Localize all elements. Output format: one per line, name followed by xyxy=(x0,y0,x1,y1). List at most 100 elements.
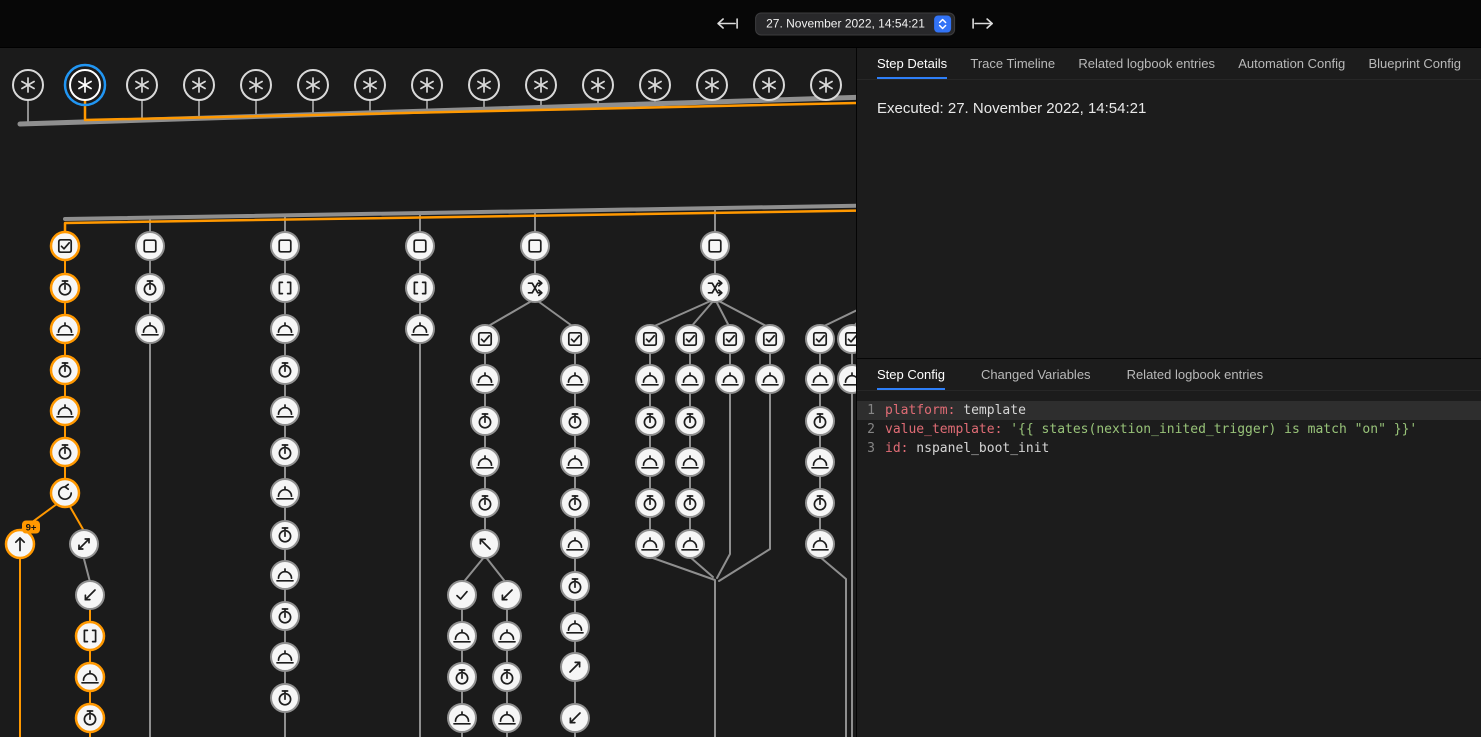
service-node[interactable] xyxy=(471,365,499,393)
timer-node[interactable] xyxy=(561,572,589,600)
shuffle-node[interactable] xyxy=(701,274,729,302)
service-node[interactable] xyxy=(448,704,476,732)
condition-node[interactable] xyxy=(806,325,834,353)
timer-node[interactable] xyxy=(271,521,299,549)
tab-related-logbook-entries[interactable]: Related logbook entries xyxy=(1078,48,1215,79)
service-node[interactable] xyxy=(271,643,299,671)
tab-trace-timeline[interactable]: Trace Timeline xyxy=(970,48,1055,79)
service-node[interactable] xyxy=(271,315,299,343)
timer-node[interactable] xyxy=(51,274,79,302)
condition-node[interactable] xyxy=(716,325,744,353)
service-node[interactable] xyxy=(561,613,589,641)
service-node[interactable] xyxy=(51,315,79,343)
service-node[interactable] xyxy=(636,448,664,476)
service-node[interactable] xyxy=(676,365,704,393)
arrows-diagonal-node[interactable] xyxy=(70,530,98,558)
trigger-node[interactable] xyxy=(754,70,784,100)
arrow-ul-node[interactable] xyxy=(471,530,499,558)
timer-node[interactable] xyxy=(136,274,164,302)
brackets-node[interactable] xyxy=(76,622,104,650)
tab-related-logbook-entries[interactable]: Related logbook entries xyxy=(1127,359,1264,390)
trigger-node[interactable] xyxy=(811,70,841,100)
timer-node[interactable] xyxy=(636,407,664,435)
service-node[interactable] xyxy=(136,315,164,343)
square-node[interactable] xyxy=(136,232,164,260)
service-node[interactable] xyxy=(406,315,434,343)
timer-node[interactable] xyxy=(561,407,589,435)
timer-node[interactable] xyxy=(636,489,664,517)
service-node[interactable] xyxy=(636,530,664,558)
trigger-node[interactable] xyxy=(184,70,214,100)
tab-blueprint-config[interactable]: Blueprint Config xyxy=(1368,48,1461,79)
timer-node[interactable] xyxy=(471,407,499,435)
timer-node[interactable] xyxy=(271,602,299,630)
timer-node[interactable] xyxy=(271,356,299,384)
timer-node[interactable] xyxy=(676,489,704,517)
condition-node[interactable] xyxy=(838,325,856,353)
square-node[interactable] xyxy=(701,232,729,260)
service-node[interactable] xyxy=(271,561,299,589)
service-node[interactable] xyxy=(271,397,299,425)
repeat-node[interactable] xyxy=(51,479,79,507)
service-node[interactable] xyxy=(838,365,856,393)
brackets-node[interactable] xyxy=(406,274,434,302)
service-node[interactable] xyxy=(676,448,704,476)
service-node[interactable] xyxy=(493,622,521,650)
trigger-node[interactable] xyxy=(13,70,43,100)
timer-node[interactable] xyxy=(271,438,299,466)
service-node[interactable] xyxy=(561,365,589,393)
trigger-node[interactable] xyxy=(697,70,727,100)
arrow-dl-node[interactable] xyxy=(561,704,589,732)
condition-node[interactable] xyxy=(756,325,784,353)
service-node[interactable] xyxy=(51,397,79,425)
timer-node[interactable] xyxy=(76,704,104,732)
tab-step-config[interactable]: Step Config xyxy=(877,359,945,390)
timer-node[interactable] xyxy=(51,438,79,466)
condition-node[interactable] xyxy=(471,325,499,353)
arrow-ur-node[interactable] xyxy=(561,653,589,681)
service-node[interactable] xyxy=(756,365,784,393)
service-node[interactable] xyxy=(716,365,744,393)
timer-node[interactable] xyxy=(448,663,476,691)
service-node[interactable] xyxy=(448,622,476,650)
arrow-dl-node[interactable] xyxy=(493,581,521,609)
service-node[interactable] xyxy=(561,448,589,476)
timer-node[interactable] xyxy=(493,663,521,691)
service-node[interactable] xyxy=(806,448,834,476)
service-node[interactable] xyxy=(806,365,834,393)
tab-changed-variables[interactable]: Changed Variables xyxy=(981,359,1091,390)
service-node[interactable] xyxy=(493,704,521,732)
shuffle-node[interactable] xyxy=(521,274,549,302)
brackets-node[interactable] xyxy=(271,274,299,302)
arrow-up-node[interactable] xyxy=(6,530,34,558)
square-node[interactable] xyxy=(406,232,434,260)
service-node[interactable] xyxy=(271,479,299,507)
service-node[interactable] xyxy=(76,663,104,691)
run-selector[interactable]: 27. November 2022, 14:54:21 xyxy=(755,12,955,35)
trigger-node[interactable] xyxy=(298,70,328,100)
tab-automation-config[interactable]: Automation Config xyxy=(1238,48,1345,79)
trigger-node[interactable] xyxy=(583,70,613,100)
condition-node[interactable] xyxy=(51,232,79,260)
trigger-node[interactable] xyxy=(127,70,157,100)
trigger-node[interactable] xyxy=(355,70,385,100)
arrow-dl-node[interactable] xyxy=(76,581,104,609)
timer-node[interactable] xyxy=(471,489,499,517)
service-node[interactable] xyxy=(806,530,834,558)
trigger-node[interactable] xyxy=(469,70,499,100)
timer-node[interactable] xyxy=(561,489,589,517)
trigger-node[interactable] xyxy=(65,65,105,105)
trigger-node[interactable] xyxy=(241,70,271,100)
previous-run-button[interactable] xyxy=(713,15,741,33)
trigger-node[interactable] xyxy=(640,70,670,100)
service-node[interactable] xyxy=(561,530,589,558)
square-node[interactable] xyxy=(271,232,299,260)
timer-node[interactable] xyxy=(271,684,299,712)
service-node[interactable] xyxy=(636,365,664,393)
next-run-button[interactable] xyxy=(969,15,997,33)
trigger-node[interactable] xyxy=(526,70,556,100)
tab-step-details[interactable]: Step Details xyxy=(877,48,947,79)
condition-node[interactable] xyxy=(561,325,589,353)
condition-node[interactable] xyxy=(676,325,704,353)
check-node[interactable] xyxy=(448,581,476,609)
